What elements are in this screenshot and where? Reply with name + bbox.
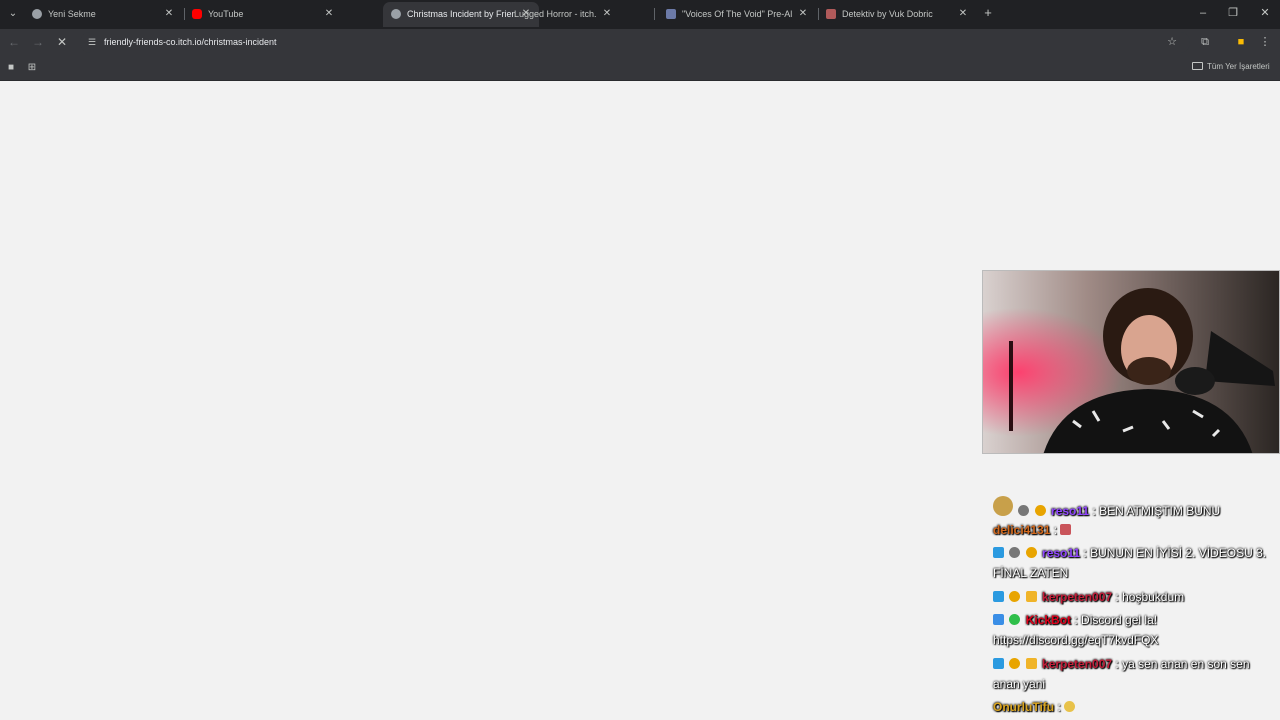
chat-username: kerpeten007 [1042,657,1113,671]
url-text[interactable]: friendly-friends-co.itch.io/christmas-in… [104,37,277,47]
folder-icon [1192,62,1203,70]
chat-username: reso11 [1051,504,1090,518]
chat-message: kerpeten007 : hoşbukdum [993,587,1278,607]
chat-text: : [1053,523,1058,537]
all-bookmarks-button[interactable]: Tüm Yer İşaretleri [1192,62,1270,71]
badge-icon [993,547,1004,558]
extensions-icon[interactable]: ⧉ [1197,34,1213,50]
apps-grid-icon[interactable]: ⊞ [25,61,39,75]
chat-message: kerpeten007 : ya sen anan en son sen ana… [993,654,1278,694]
tab-title: "Voices Of The Void" Pre-Alpha [682,9,792,19]
tab-lugged-horror[interactable]: Lugged Horror - itch.io ✕ [510,2,620,27]
browser-toolbar: ← → ✕ ☰ friendly-friends-co.itch.io/chri… [0,29,1280,56]
stop-loading-icon[interactable]: ✕ [54,34,70,50]
emote-icon [1064,701,1076,712]
tab-title: Christmas Incident by Friendly Friends [407,9,515,19]
chat-message: delici4131 : [993,520,1278,540]
tab-separator [654,8,655,20]
webcam-overlay [982,270,1280,454]
chat-message: OnurluTifu : [993,697,1278,717]
chat-username: kerpeten007 [1042,590,1113,604]
tab-search-chevron-icon[interactable]: ⌄ [4,5,22,23]
menu-dots-icon[interactable]: ⋮ [1257,34,1273,50]
chat-username: KickBot [1025,613,1072,627]
stream-chat-overlay: reso11 : BEN ATMIŞTIM BUNU delici4131 : … [988,476,1280,720]
close-icon[interactable]: ✕ [796,7,810,21]
chat-text: : hoşbukdum [1115,590,1185,604]
loading-globe-icon [391,9,401,19]
streamer-webcam-image [983,271,1279,453]
emote-icon [1060,524,1072,535]
all-bookmarks-label: Tüm Yer İşaretleri [1207,62,1270,71]
chat-message: KickBot : Discord gel la! https://discor… [993,610,1278,650]
badge-icon [993,614,1004,625]
back-arrow-icon[interactable]: ← [6,34,22,50]
chat-text: : BEN ATMIŞTIM BUNU [1092,504,1221,518]
chat-username: reso11 [1042,546,1081,560]
close-icon[interactable]: ✕ [162,7,176,21]
tab-detektiv[interactable]: Detektiv by Vuk Dobric ✕ [818,2,976,27]
site-info-icon[interactable]: ☰ [86,36,98,48]
tab-title: Lugged Horror - itch.io [514,9,596,19]
bookmark-app-icon[interactable]: ■ [4,61,18,75]
site-favicon-icon [826,9,836,19]
bookmarks-bar: ■ ⊞ Tüm Yer İşaretleri [0,56,1280,81]
badge-icon [1034,505,1046,516]
tab-yeni-sekme[interactable]: Yeni Sekme ✕ [24,2,182,27]
minimize-icon[interactable]: – [1195,5,1211,21]
tab-voices-of-the-void[interactable]: "Voices Of The Void" Pre-Alpha ✕ [658,2,816,27]
close-icon[interactable]: ✕ [600,7,614,21]
badge-icon [1025,547,1037,558]
badge-icon [993,591,1004,602]
youtube-icon [192,9,202,19]
tab-title: Detektiv by Vuk Dobric [842,9,933,19]
badge-icon [1009,591,1021,602]
site-favicon-icon [666,9,676,19]
window-close-icon[interactable]: ✕ [1257,5,1273,21]
close-icon[interactable]: ✕ [956,7,970,21]
restore-icon[interactable]: ❐ [1225,5,1241,21]
badge-icon [1018,505,1030,516]
badge-icon [1009,658,1021,669]
tab-youtube[interactable]: YouTube ✕ [184,2,342,27]
verified-badge-icon [1009,614,1021,625]
chat-text: : [1057,700,1061,714]
close-icon[interactable]: ✕ [322,7,336,21]
address-bar[interactable]: ☰ friendly-friends-co.itch.io/christmas-… [80,32,1190,53]
badge-icon [993,658,1004,669]
bookmark-star-icon[interactable]: ☆ [1164,34,1180,50]
badge-icon [1009,547,1021,558]
forward-arrow-icon[interactable]: → [30,34,46,50]
tab-title: Yeni Sekme [48,9,96,19]
badge-icon [1025,591,1037,602]
new-tab-plus-icon[interactable]: + [980,5,996,21]
chat-message: reso11 : BEN ATMIŞTIM BUNU [993,496,1278,521]
chat-username: OnurluTifu [993,700,1055,714]
chat-message: reso11 : BUNUN EN İYİSİ 2. VİDEOSU 3. Fİ… [993,543,1278,583]
tab-strip: ⌄ Yeni Sekme ✕ YouTube ✕ Christmas Incid… [0,0,1280,29]
chat-username: delici4131 [993,523,1051,537]
chrome-icon [32,9,42,19]
badge-icon [1025,658,1037,669]
emote-badge-icon [993,496,1013,516]
extension-badge-icon[interactable]: ■ [1233,34,1249,50]
tab-title: YouTube [208,9,244,19]
